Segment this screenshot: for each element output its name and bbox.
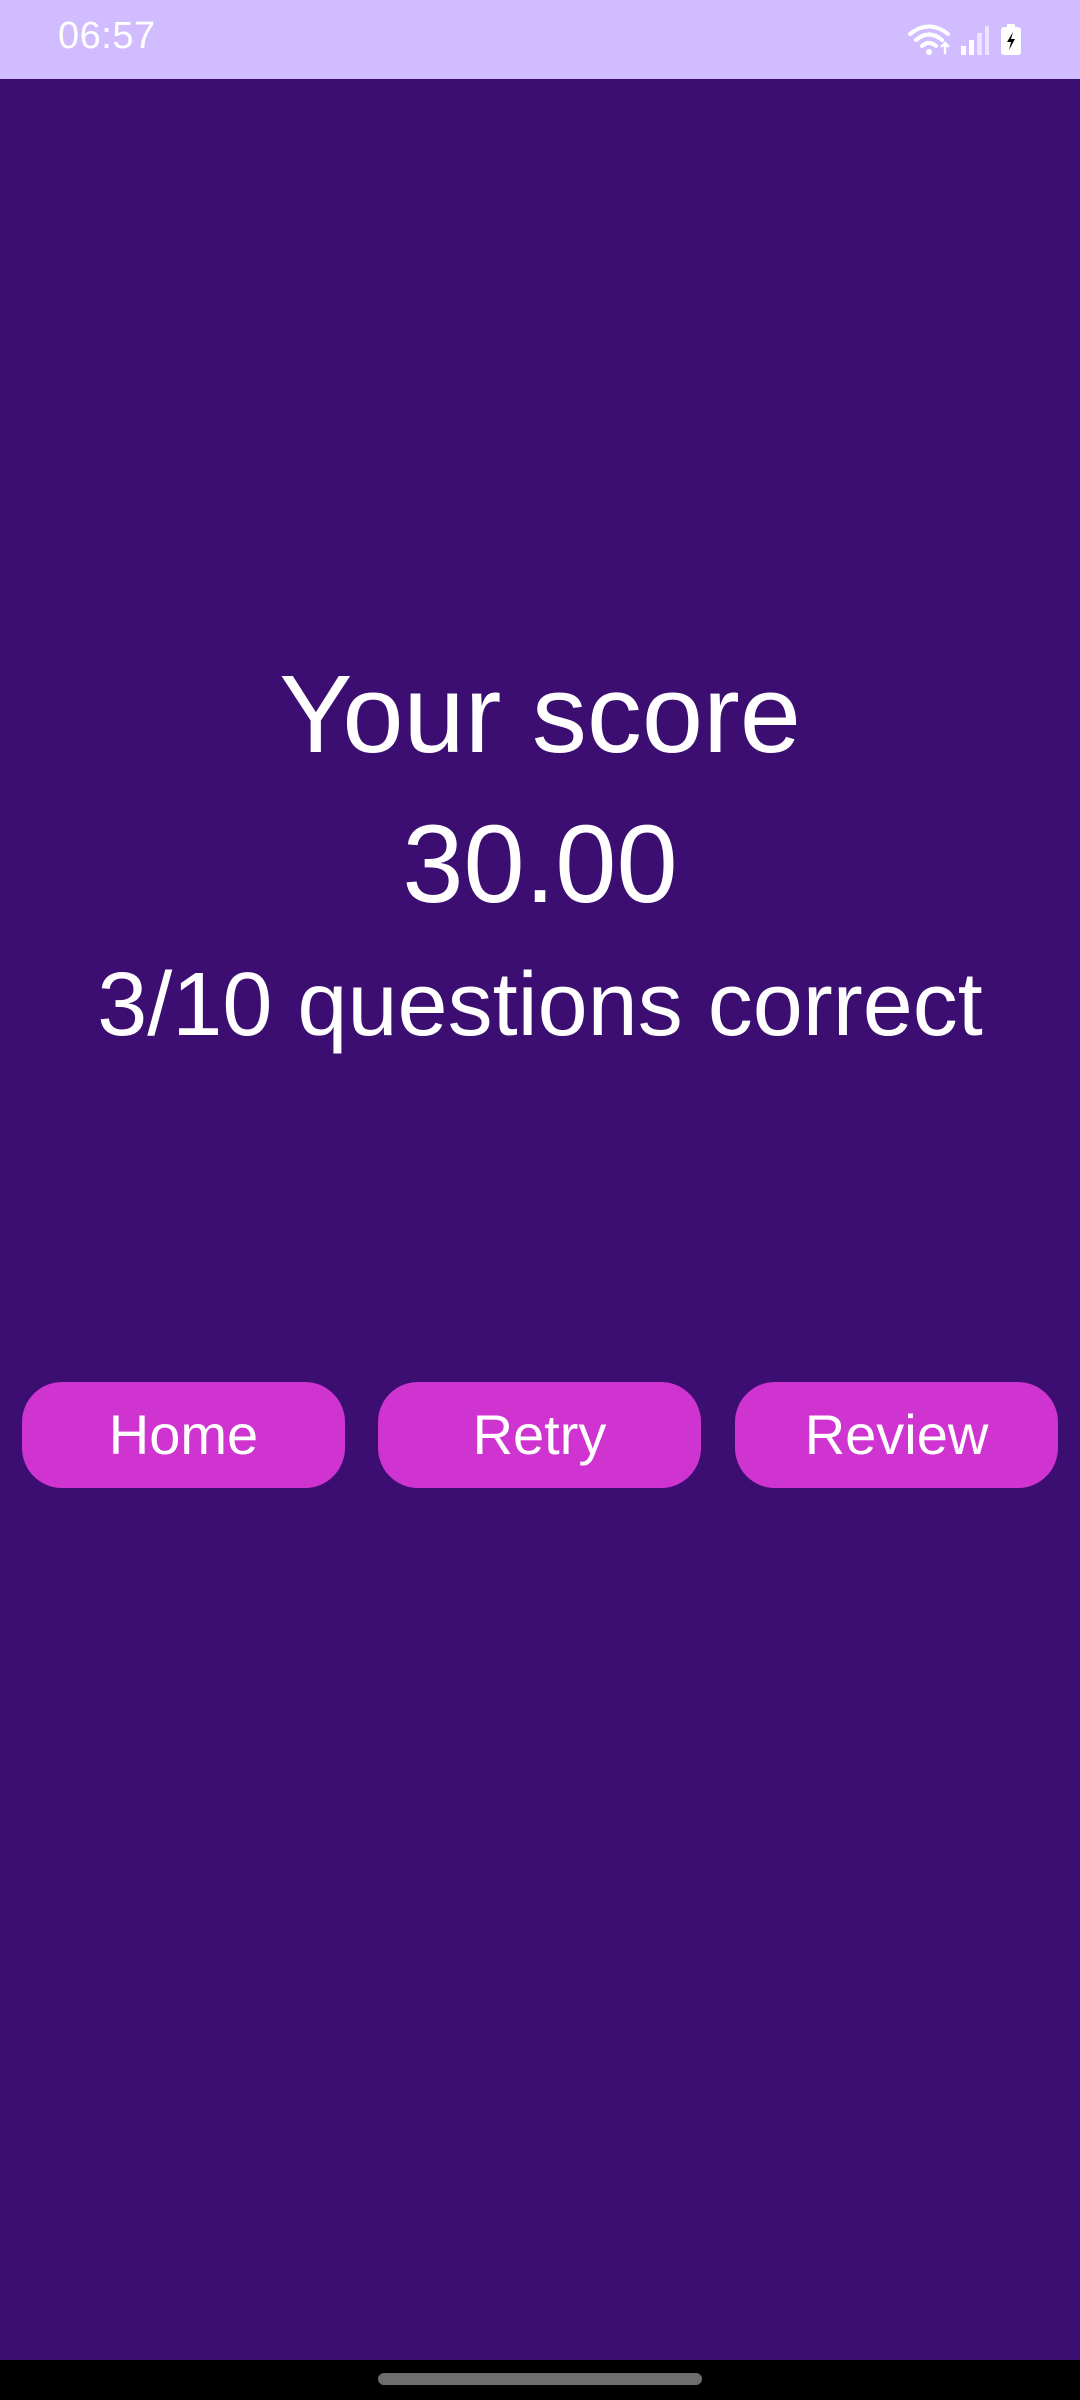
score-title: Your score — [279, 653, 801, 776]
wifi-icon — [908, 23, 950, 57]
status-time: 06:57 — [58, 15, 156, 57]
retry-button[interactable]: Retry — [378, 1382, 701, 1488]
status-icons — [908, 20, 1022, 60]
navigation-bar — [0, 2360, 1080, 2400]
review-button[interactable]: Review — [735, 1382, 1058, 1488]
score-detail: 3/10 questions correct — [97, 955, 983, 1055]
home-gesture-handle[interactable] — [378, 2373, 702, 2385]
quiz-result-screen: 06:57 Your score 30.00 3/10 questions co… — [0, 0, 1080, 2400]
status-bar: 06:57 — [0, 0, 1080, 79]
battery-charging-icon — [1000, 24, 1022, 56]
home-button[interactable]: Home — [22, 1382, 345, 1488]
score-value: 30.00 — [402, 803, 678, 926]
signal-icon — [960, 24, 990, 56]
action-buttons: Home Retry Review — [22, 1382, 1058, 1488]
